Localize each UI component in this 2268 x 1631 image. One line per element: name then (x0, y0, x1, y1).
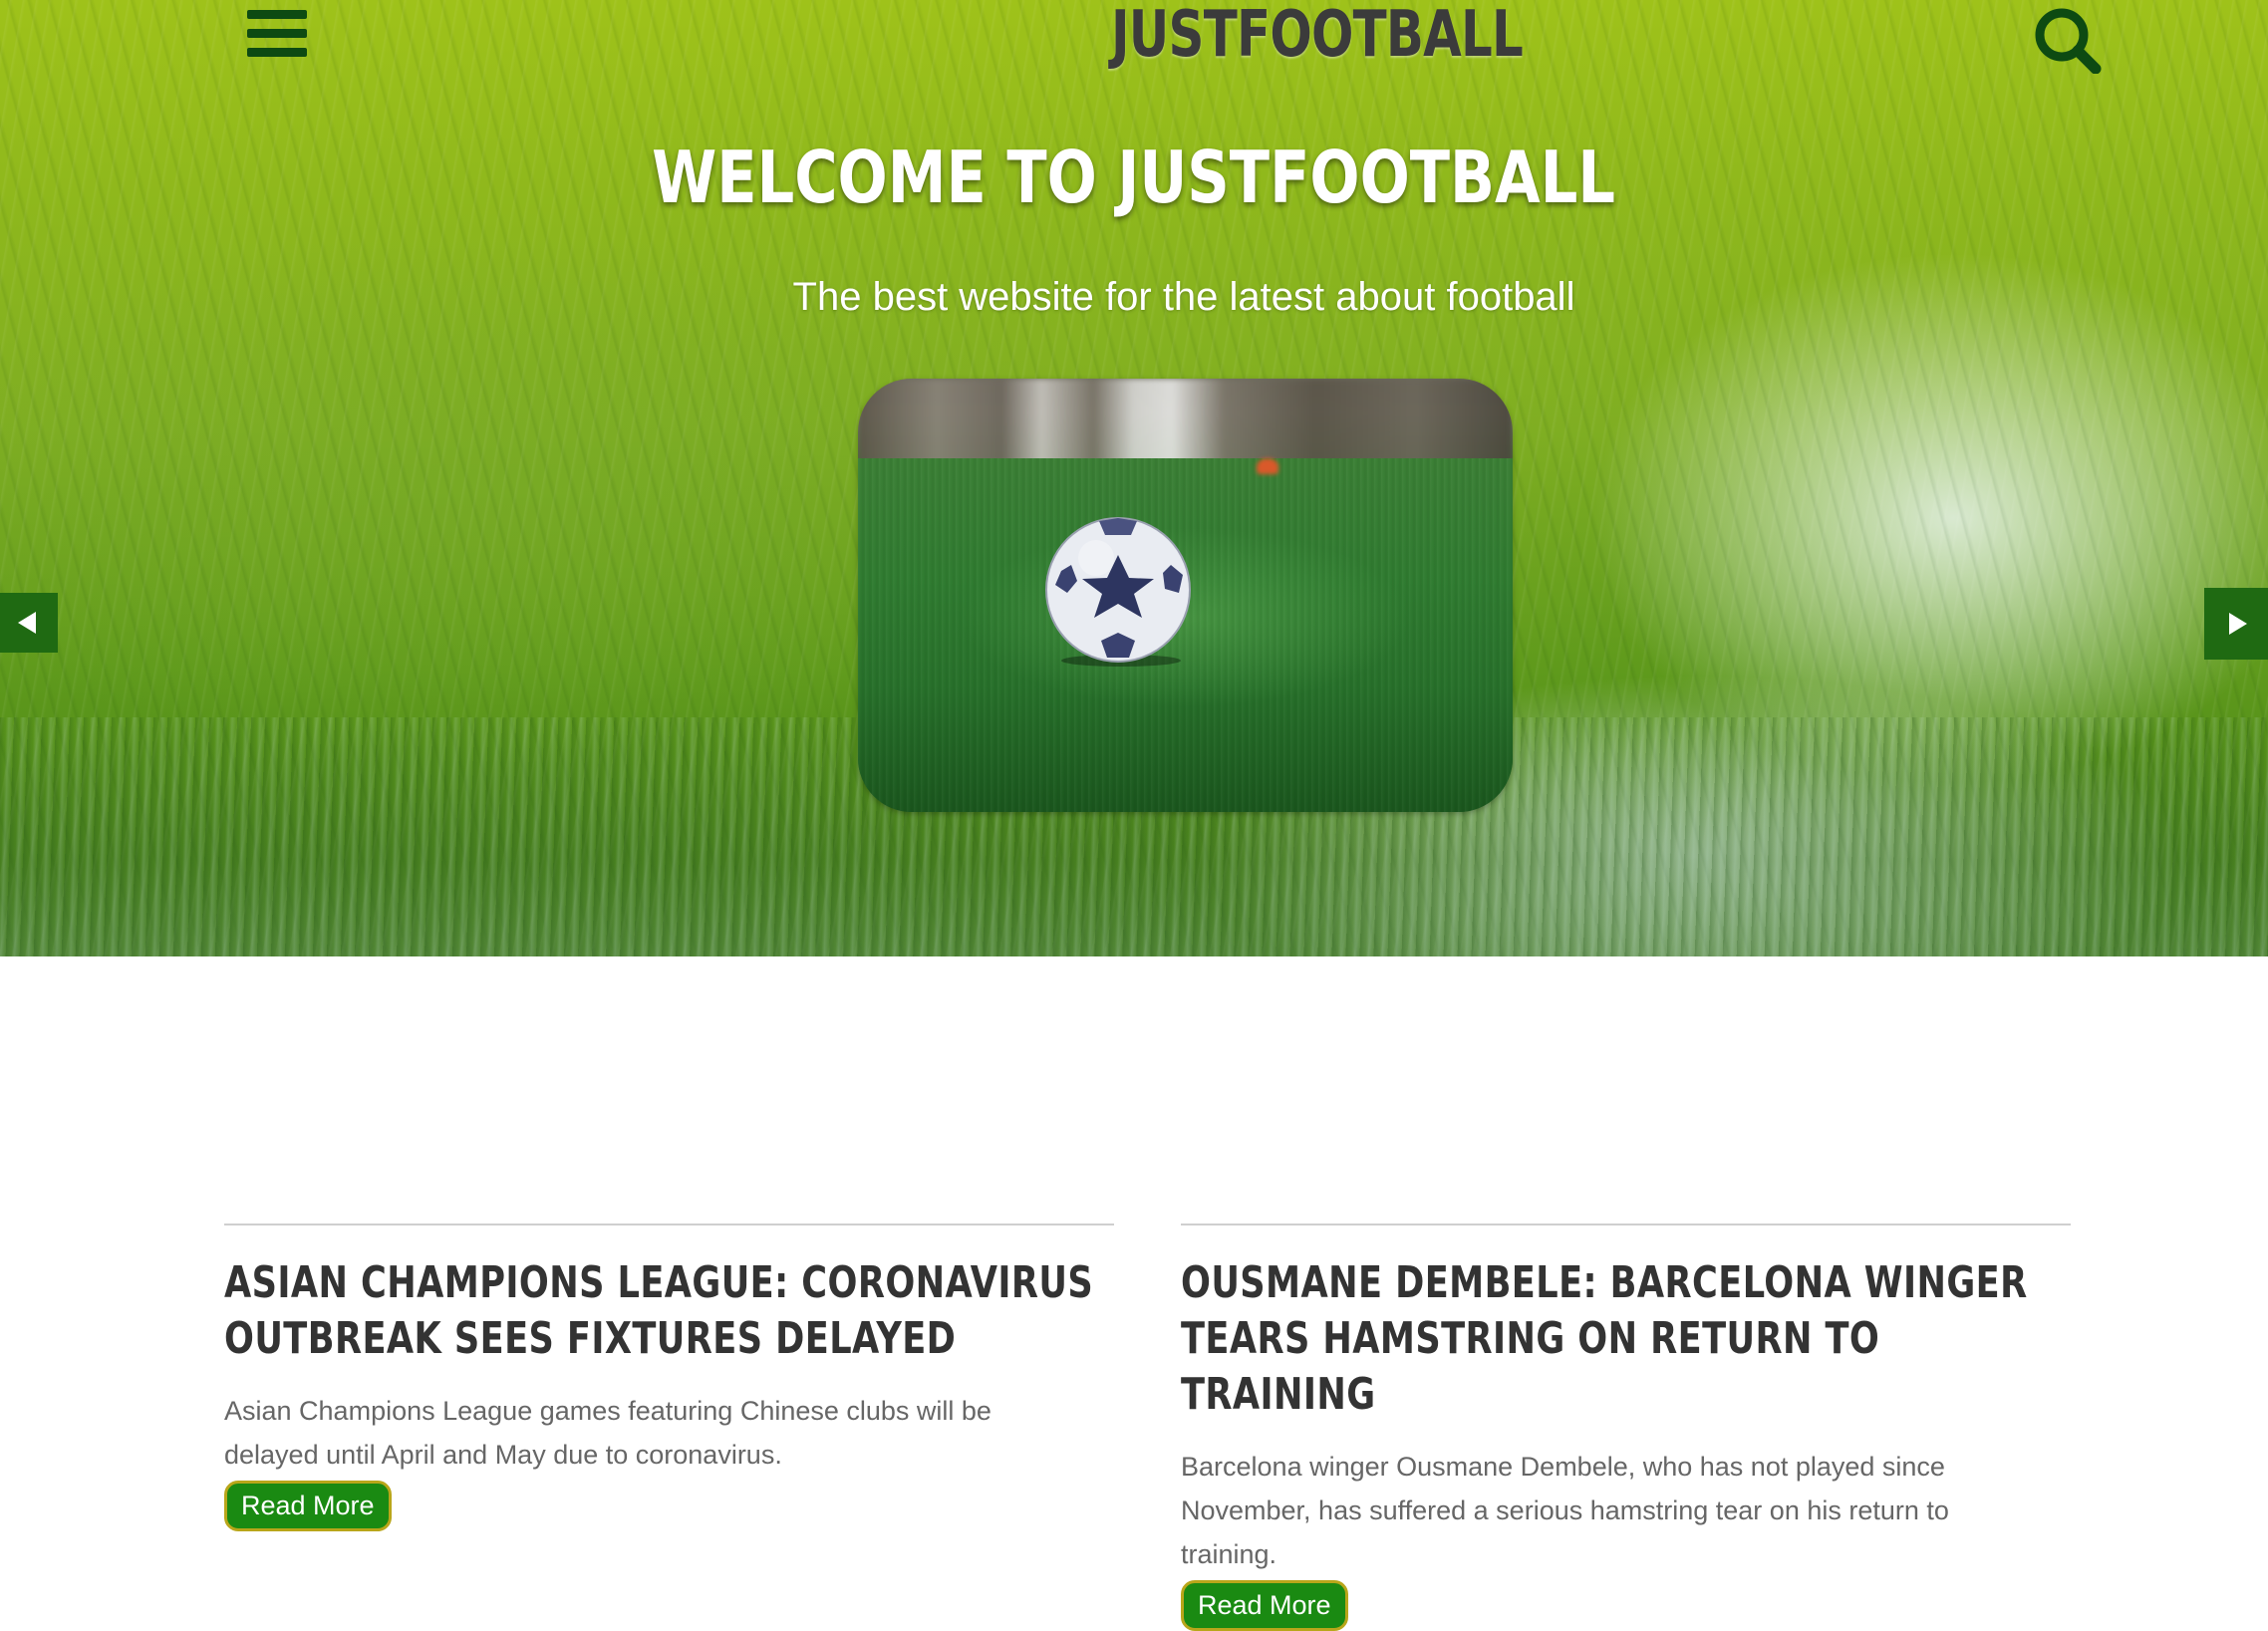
read-more-button[interactable]: Read More (1181, 1580, 1348, 1631)
hamburger-menu-icon[interactable] (247, 10, 307, 62)
carousel-slide-image (858, 379, 1513, 812)
training-cone (1257, 458, 1278, 474)
article-summary: Asian Champions League games featuring C… (224, 1396, 992, 1470)
article-summary: Barcelona winger Ousmane Dembele, who ha… (1181, 1452, 1949, 1569)
article-card: OUSMANE DEMBELE: BARCELONA WINGER TEARS … (1181, 1223, 2071, 1631)
stadium-background (858, 379, 1513, 464)
article-divider (1181, 1223, 2071, 1225)
site-logo[interactable]: JUSTFOOTBALL (1111, 0, 1524, 72)
football-image (1045, 517, 1191, 667)
carousel-prev-button[interactable] (0, 593, 58, 653)
read-more-button[interactable]: Read More (224, 1481, 392, 1531)
article-title[interactable]: ASIAN CHAMPIONS LEAGUE: CORONAVIRUS OUTB… (224, 1255, 1114, 1367)
article-card: ASIAN CHAMPIONS LEAGUE: CORONAVIRUS OUTB… (224, 1223, 1114, 1531)
carousel-next-button[interactable] (2204, 588, 2268, 660)
hero-title: WELCOME TO JUSTFOOTBALL (652, 136, 1616, 219)
hero-tagline: The best website for the latest about fo… (792, 275, 1575, 319)
article-divider (224, 1223, 1114, 1225)
arrow-right-icon (2229, 613, 2247, 635)
hero-banner: JUSTFOOTBALL WELCOME TO JUSTFOOTBALL The… (0, 0, 2268, 956)
arrow-left-icon (18, 612, 36, 634)
search-icon[interactable] (2033, 6, 2103, 75)
article-title[interactable]: OUSMANE DEMBELE: BARCELONA WINGER TEARS … (1181, 1255, 2071, 1423)
